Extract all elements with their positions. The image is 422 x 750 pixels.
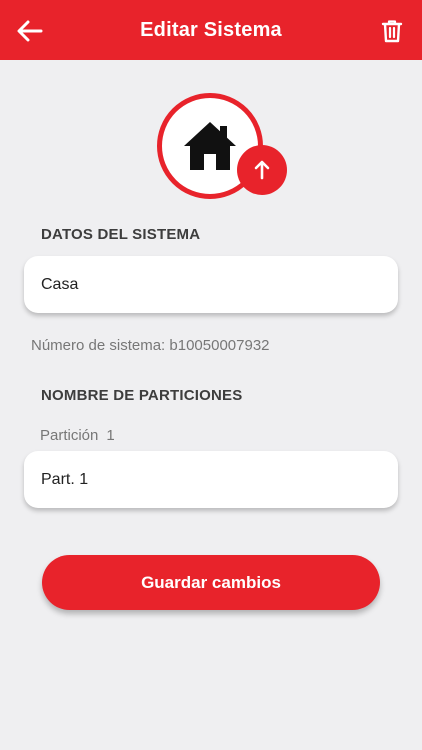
system-number-value: b10050007932: [169, 337, 270, 354]
partition-name-input[interactable]: [41, 470, 381, 489]
upload-image-button[interactable]: [237, 145, 287, 195]
system-avatar: [157, 93, 287, 201]
partition-label: Partición 1: [40, 427, 115, 444]
save-changes-button[interactable]: Guardar cambios: [42, 555, 380, 610]
back-button[interactable]: [14, 15, 46, 47]
partition-label-text: Partición: [40, 427, 99, 444]
delete-button[interactable]: [376, 15, 408, 47]
arrow-left-icon: [17, 20, 43, 42]
system-name-card: [24, 256, 398, 313]
app-bar: Editar Sistema: [0, 0, 422, 60]
page-title: Editar Sistema: [140, 18, 282, 41]
house-icon: [184, 122, 236, 170]
partition-name-card: [24, 451, 398, 508]
arrow-up-icon: [254, 160, 270, 180]
partition-label-index: 1: [106, 427, 115, 444]
system-number: Número de sistema: b10050007932: [31, 337, 270, 354]
system-section-title: DATOS DEL SISTEMA: [41, 226, 201, 243]
system-number-label: Número de sistema:: [31, 337, 166, 354]
partitions-section-title: NOMBRE DE PARTICIONES: [41, 387, 243, 404]
system-name-input[interactable]: [41, 275, 381, 294]
trash-icon: [381, 20, 403, 43]
